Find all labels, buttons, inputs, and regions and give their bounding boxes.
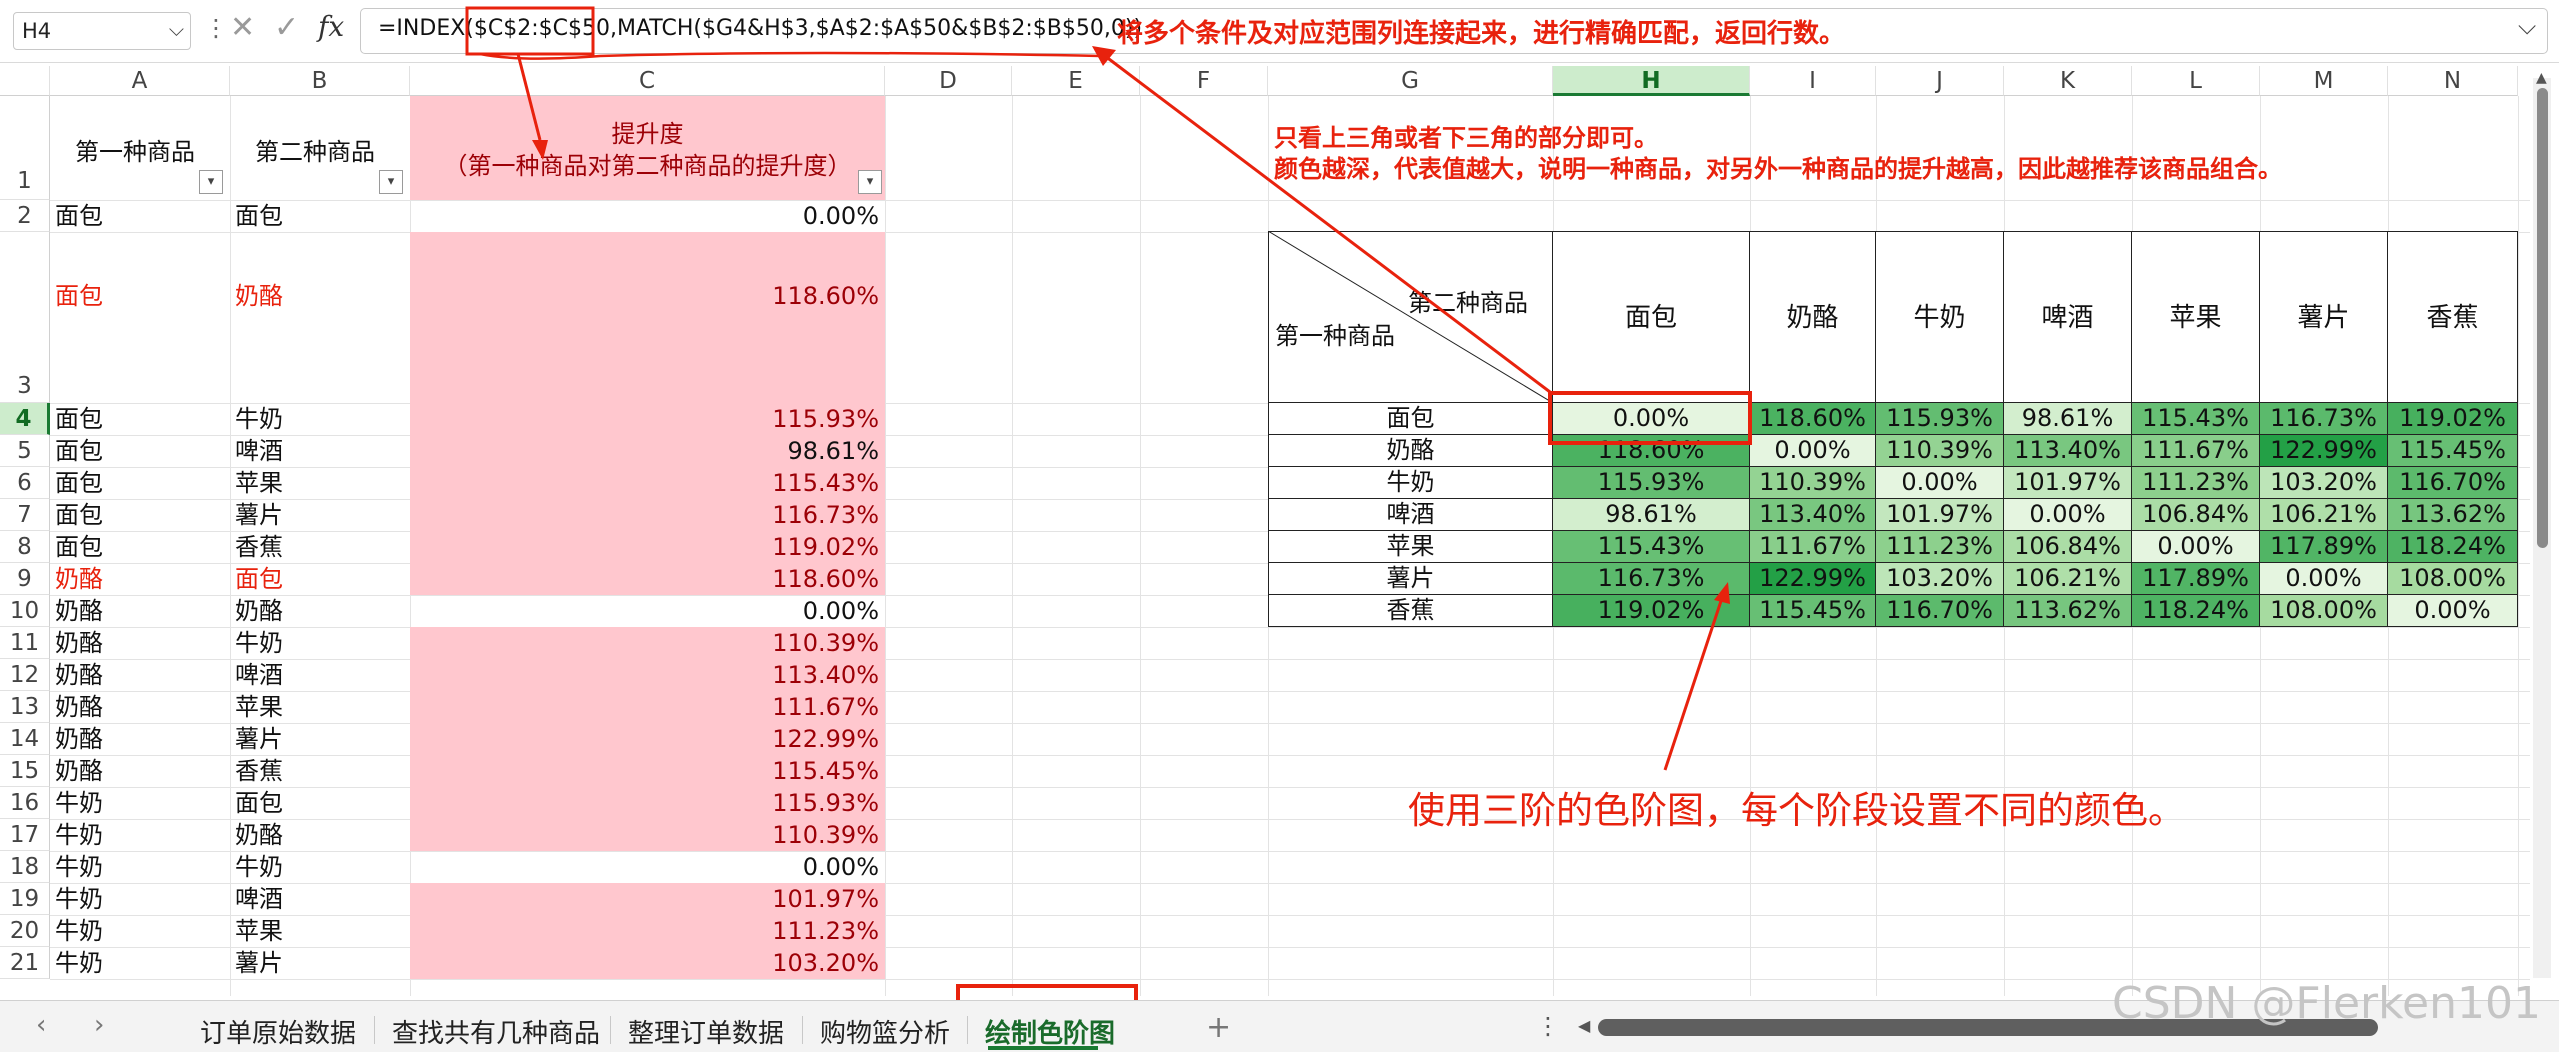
sheet-tab[interactable]: 订单原始数据 [200,1013,356,1050]
sheet-tab[interactable]: 查找共有几种商品 [392,1013,600,1050]
tabs-more-icon[interactable]: ⋮ [1536,1012,1560,1040]
scroll-left-icon[interactable]: ◀ [1578,1016,1590,1035]
next-sheet-icon[interactable]: › [94,1010,104,1040]
arrow-to-matrix [1663,597,1724,771]
arrow-to-formula [1104,54,1551,394]
arrow-head-header [532,140,548,160]
tab-separator [374,1016,375,1044]
vertical-scroll-thumb[interactable] [2537,88,2548,548]
sheet-tab[interactable]: 整理订单数据 [628,1013,784,1050]
sheet-tab[interactable]: 绘制色阶图 [985,1013,1115,1050]
arrow-head-matrix [1714,582,1730,604]
annotation-overlay [465,6,1752,1052]
tab-separator [610,1016,611,1044]
arrow-to-header [516,53,542,141]
add-sheet-icon[interactable]: + [1206,1010,1231,1045]
tab-separator [967,1016,968,1044]
tab-separator [802,1016,803,1044]
selected-cell-box [1548,391,1752,445]
prev-sheet-icon[interactable]: ‹ [36,1010,46,1040]
scroll-up-icon[interactable]: ▲ [2536,70,2547,86]
watermark: CSDN @Flerken101 [2112,978,2541,1029]
active-tab-underline [988,1046,1098,1050]
excel-window: H4 ⌵ ⋮ ✕ ✓ fx =INDEX($C$2:$C$50,MATCH($G… [0,0,2559,1052]
sheet-tab[interactable]: 购物篮分析 [820,1013,950,1050]
formula-range-box [465,6,595,56]
